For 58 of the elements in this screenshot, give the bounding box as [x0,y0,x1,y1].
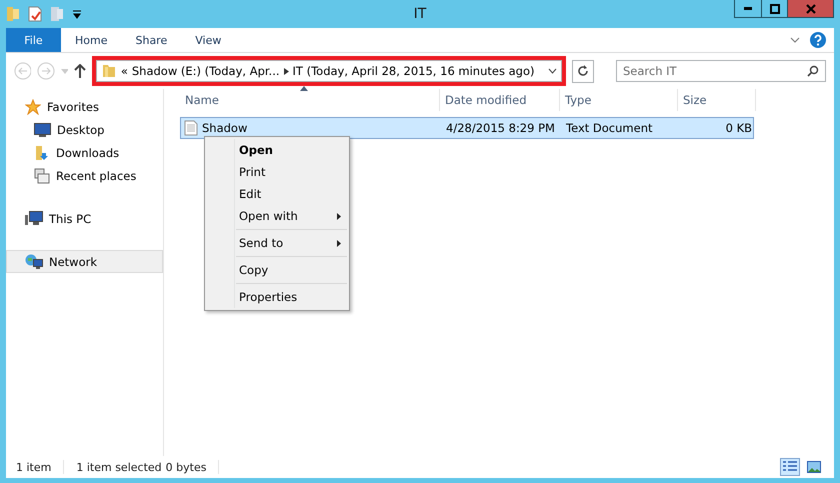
column-header[interactable]: Size [678,89,756,111]
menu-item[interactable]: Properties [205,286,349,308]
sidebar-item[interactable]: Network [6,250,163,273]
close-icon [806,4,816,14]
date-cell-text: 4/28/2015 8:29 PM [445,121,556,135]
caret-icon [284,68,289,74]
refresh-button[interactable] [572,60,594,82]
large-icons-view-button[interactable] [804,458,824,476]
sidebar-item[interactable]: Recent places [6,164,163,187]
up-arrow-icon[interactable] [74,64,86,78]
column-header[interactable]: Name [180,89,440,111]
sidebar-item[interactable]: This PC [6,207,163,230]
selection-info: 1 item selected [76,460,162,474]
menu-item[interactable]: Edit [205,183,349,205]
maximize-icon [770,4,780,14]
computer-icon [25,210,43,226]
sidebar-item[interactable]: Favorites [6,95,163,118]
sidebar-item[interactable]: Downloads [6,141,163,164]
refresh-icon [576,65,589,77]
recent-places-icon [34,168,50,184]
file-tab[interactable]: File [6,28,61,52]
file-row[interactable]: Shadow 4/28/2015 8:29 PM Text Document 0 KB [180,117,754,139]
network-icon [25,254,43,270]
search-field[interactable]: Search IT [616,60,826,82]
menu-item[interactable]: Open with [205,205,349,227]
type-cell-text: Text Document [565,121,654,135]
folder-icon [100,63,117,79]
close-button[interactable] [787,0,834,18]
dropdown-icon[interactable] [72,9,82,19]
minimize-icon [744,7,752,10]
search-icon[interactable] [807,65,819,77]
details-view-button[interactable] [780,458,800,476]
file-name: Shadow [202,121,248,135]
star-icon [25,98,41,114]
sidebar-item[interactable]: Desktop [6,118,163,141]
menu-item[interactable]: Send to [205,232,349,254]
menu-item[interactable]: Print [205,161,349,183]
properties-icon[interactable] [28,6,42,22]
download-folder-icon [34,144,50,160]
menu-item[interactable]: Copy [205,259,349,281]
text-file-icon [184,120,198,136]
dropdown-icon[interactable] [548,68,557,74]
monitor-icon [34,122,51,136]
column-header[interactable]: Date modified [440,89,560,111]
sort-indicator-icon [300,86,308,91]
breadcrumb[interactable]: Shadow (E:) (Today, Apr... [132,64,280,78]
help-icon[interactable] [810,32,826,48]
breadcrumb[interactable]: IT (Today, April 28, 2015, 16 minutes ago) [292,64,534,78]
minimize-button[interactable] [734,0,762,18]
column-header[interactable]: Type [560,89,678,111]
size-cell-text: 0 KB [724,121,753,135]
address-bar[interactable]: « Shadow (E:) (Today, Apr... IT (Today, April 28, 2015, 16 minutes ago) [96,60,562,82]
expand-ribbon-icon[interactable] [790,37,800,43]
selection-size: 0 bytes [166,460,206,474]
overflow-chevron[interactable]: « [120,64,128,78]
window-title: IT [414,6,426,22]
menu-item[interactable]: Open [205,139,349,161]
item-count: 1 item [16,460,52,474]
